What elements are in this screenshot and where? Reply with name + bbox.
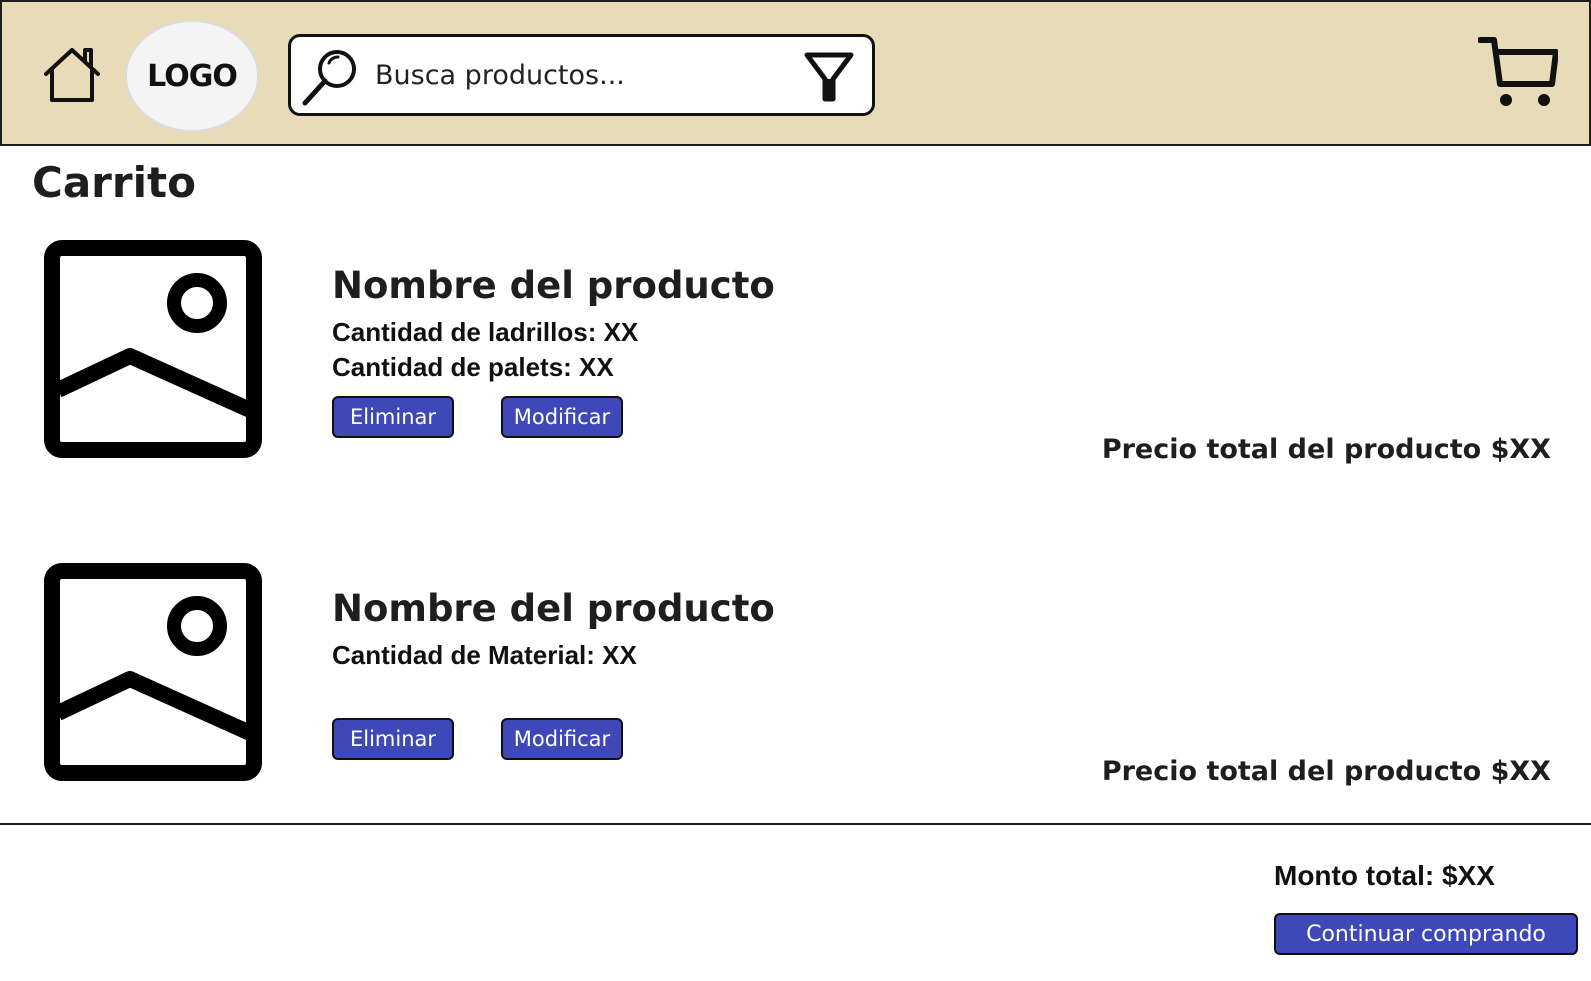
image-placeholder-icon xyxy=(44,240,262,458)
logo[interactable]: LOGO xyxy=(125,20,259,132)
product-name: Nombre del producto xyxy=(332,264,775,307)
product-name: Nombre del producto xyxy=(332,587,775,630)
home-button[interactable] xyxy=(40,42,104,106)
modify-button[interactable]: Modificar xyxy=(501,718,623,760)
order-total: Monto total: $XX xyxy=(1274,860,1495,891)
page-title: Carrito xyxy=(32,158,196,207)
product-detail: Cantidad de Material: XX xyxy=(332,640,637,670)
cart-button[interactable] xyxy=(1477,36,1559,112)
top-bar: LOGO xyxy=(0,0,1591,146)
product-total-price: Precio total del producto $XX xyxy=(1101,434,1551,465)
search-bar xyxy=(288,34,875,116)
filter-icon[interactable] xyxy=(803,51,855,103)
cart-item: Nombre del producto Cantidad de Material… xyxy=(0,563,1591,813)
delete-button[interactable]: Eliminar xyxy=(332,396,454,438)
product-detail: Cantidad de palets: XX xyxy=(332,352,614,382)
search-input[interactable] xyxy=(375,51,775,99)
continue-shopping-button[interactable]: Continuar comprando xyxy=(1274,913,1578,955)
search-icon[interactable] xyxy=(299,45,363,109)
divider xyxy=(0,823,1591,825)
product-total-price: Precio total del producto $XX xyxy=(1101,756,1551,787)
cart-icon xyxy=(1477,37,1559,106)
product-detail: Cantidad de ladrillos: XX xyxy=(332,317,639,347)
modify-button[interactable]: Modificar xyxy=(501,396,623,438)
cart-item: Nombre del producto Cantidad de ladrillo… xyxy=(0,240,1591,490)
image-placeholder-icon xyxy=(44,563,262,781)
delete-button[interactable]: Eliminar xyxy=(332,718,454,760)
home-icon xyxy=(44,48,100,102)
logo-text: LOGO xyxy=(147,58,238,94)
